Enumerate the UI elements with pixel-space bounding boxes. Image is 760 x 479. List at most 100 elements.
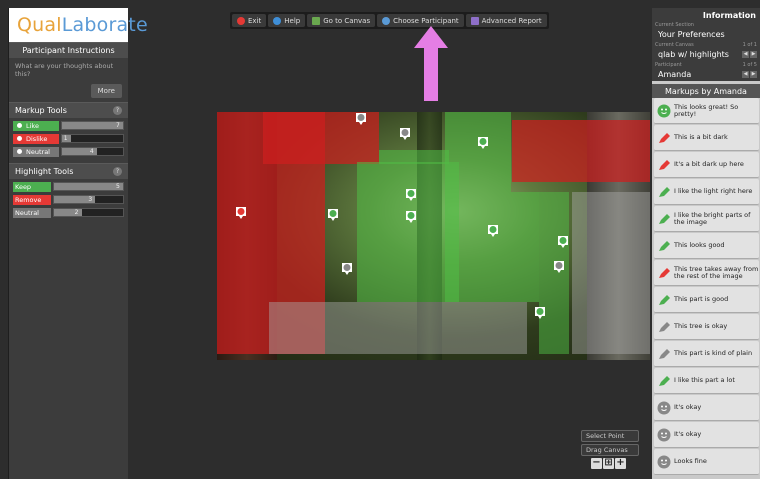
remove-highlighter-icon [657, 266, 671, 280]
markup-list-item[interactable]: This is a bit dark [654, 125, 759, 151]
help-icon[interactable]: ? [113, 167, 122, 176]
remove-highlight[interactable] [512, 120, 650, 182]
markup-list: This looks great! So pretty! This is a bi… [652, 98, 760, 475]
exit-button[interactable]: Exit [232, 14, 267, 27]
tool-keep[interactable]: Keep 5 [13, 181, 124, 192]
tool-count: 1 [63, 135, 68, 142]
keep-highlight[interactable] [357, 162, 459, 302]
current-section-text: Your Preferences [658, 29, 725, 39]
dislike-markup-pin-icon[interactable] [235, 206, 247, 220]
markup-list-item[interactable]: It's a bit dark up here [654, 152, 759, 178]
go-to-canvas-button[interactable]: Go to Canvas [307, 14, 376, 27]
more-button[interactable]: More [90, 84, 122, 98]
current-canvas-label: Current Canvas 1 of 1 [652, 41, 760, 49]
markup-canvas[interactable] [217, 112, 650, 360]
tool-remove[interactable]: Remove 3 [13, 194, 124, 205]
markup-list-item[interactable]: This part is kind of plain [654, 341, 759, 367]
help-icon[interactable]: ? [113, 106, 122, 115]
tool-count-bar: 1 [61, 134, 124, 143]
participant-label: Participant 1 of 5 [652, 61, 760, 69]
help-button[interactable]: Help [268, 14, 306, 27]
markup-tools-list: Like 7 Dislike 1 Neutral 4 [9, 120, 128, 157]
tool-dislike[interactable]: Dislike 1 [13, 133, 124, 144]
markup-text: This looks great! So pretty! [674, 102, 739, 118]
tool-count: 7 [116, 122, 120, 129]
highlight-tools-list: Keep 5 Remove 3 Neutral 2 [9, 181, 128, 218]
tool-count-bar: 3 [53, 195, 124, 204]
markup-list-item[interactable]: I like the bright parts of the image [654, 206, 759, 232]
markup-list-item[interactable]: It's okay [654, 395, 759, 421]
neutral-markup-pin-icon[interactable] [399, 127, 411, 141]
canvas-controls: Select Point Drag Canvas − ⊞ + [581, 430, 639, 469]
keep-highlighter-icon [657, 185, 671, 199]
like-markup-pin-icon[interactable] [487, 224, 499, 238]
prev-canvas-icon[interactable]: ◀ [742, 50, 749, 58]
tool-neutral[interactable]: Neutral 4 [13, 146, 124, 157]
participant-count: 1 of 5 [742, 62, 757, 68]
markup-list-item[interactable]: This tree takes away from the rest of th… [654, 260, 759, 286]
highlight-tools-header: Highlight Tools ? [9, 163, 128, 179]
tool-count: 2 [74, 209, 79, 216]
advanced-report-button[interactable]: Advanced Report [465, 14, 547, 27]
keep-highlight[interactable] [445, 112, 511, 192]
like-markup-pin-icon[interactable] [327, 208, 339, 222]
instruction-question: What are your thoughts about this? [15, 62, 114, 78]
drag-canvas-button[interactable]: Drag Canvas [581, 444, 639, 456]
neutral-markup-pin-icon[interactable] [553, 260, 565, 274]
markup-list-item[interactable]: This part is good [654, 287, 759, 313]
neutral-highlight[interactable] [572, 192, 650, 354]
tool-like[interactable]: Like 7 [13, 120, 124, 131]
choose-participant-label: Choose Participant [393, 16, 459, 25]
neutral-markup-pin-icon[interactable] [341, 262, 353, 276]
like-markup-pin-icon[interactable] [405, 188, 417, 202]
zoom-in-button[interactable]: + [615, 458, 626, 469]
tool-tag: Neutral [13, 207, 51, 218]
advanced-report-label: Advanced Report [481, 16, 542, 25]
markup-text: It's okay [674, 403, 702, 411]
markup-list-item[interactable]: I like this part a lot [654, 368, 759, 394]
neutral-markup-pin-icon[interactable] [355, 112, 367, 126]
markup-list-item[interactable]: It's okay [654, 422, 759, 448]
current-section-caption: Current Section [655, 22, 694, 28]
tool-label: Remove [15, 195, 42, 204]
markup-list-item[interactable]: This looks good [654, 233, 759, 259]
tool-count-bar: 5 [53, 182, 124, 191]
information-panel: Information Current Section Your Prefere… [652, 8, 760, 479]
markup-list-item[interactable]: This looks great! So pretty! [654, 98, 759, 124]
markup-list-item[interactable]: This tree is okay [654, 314, 759, 340]
keep-highlight[interactable] [379, 150, 449, 164]
remove-highlighter-icon [657, 158, 671, 172]
neutral-face-icon [15, 147, 24, 156]
select-point-button[interactable]: Select Point [581, 430, 639, 442]
markup-text: This tree is okay [674, 322, 728, 330]
current-section-value: Your Preferences [652, 29, 760, 41]
zoom-reset-button[interactable]: ⊞ [603, 458, 614, 469]
left-sidebar: Qual Laborate Participant Instructions Wh… [8, 8, 148, 479]
like-markup-pin-icon[interactable] [534, 306, 546, 320]
tool-neutral[interactable]: Neutral 2 [13, 207, 124, 218]
prev-participant-icon[interactable]: ◀ [742, 70, 749, 78]
tool-tag: Remove [13, 194, 51, 205]
participant-selector: Amanda ◀ ▶ [652, 69, 760, 81]
markup-list-item[interactable]: Looks fine [654, 449, 759, 475]
next-participant-icon[interactable]: ▶ [750, 70, 757, 78]
logo-text-qual: Qual [17, 14, 62, 36]
neutral-highlight[interactable] [269, 302, 527, 354]
markup-text: I like the bright parts of the image [674, 210, 751, 226]
current-canvas-count: 1 of 1 [742, 42, 757, 48]
markup-text: This part is good [674, 295, 729, 303]
markup-list-item[interactable]: I like the light right here [654, 179, 759, 205]
keep-highlight[interactable] [445, 192, 539, 302]
like-markup-pin-icon[interactable] [557, 235, 569, 249]
tool-tag: Dislike [13, 133, 59, 144]
like-markup-pin-icon[interactable] [405, 210, 417, 224]
zoom-out-button[interactable]: − [591, 458, 602, 469]
like-face-icon [15, 121, 24, 130]
participant-name: Amanda [658, 69, 692, 79]
dislike-face-icon [15, 134, 24, 143]
next-canvas-icon[interactable]: ▶ [750, 50, 757, 58]
keep-highlighter-icon [657, 293, 671, 307]
markup-tools-title: Markup Tools [15, 106, 67, 115]
tool-label: Dislike [26, 134, 48, 143]
like-markup-pin-icon[interactable] [477, 136, 489, 150]
